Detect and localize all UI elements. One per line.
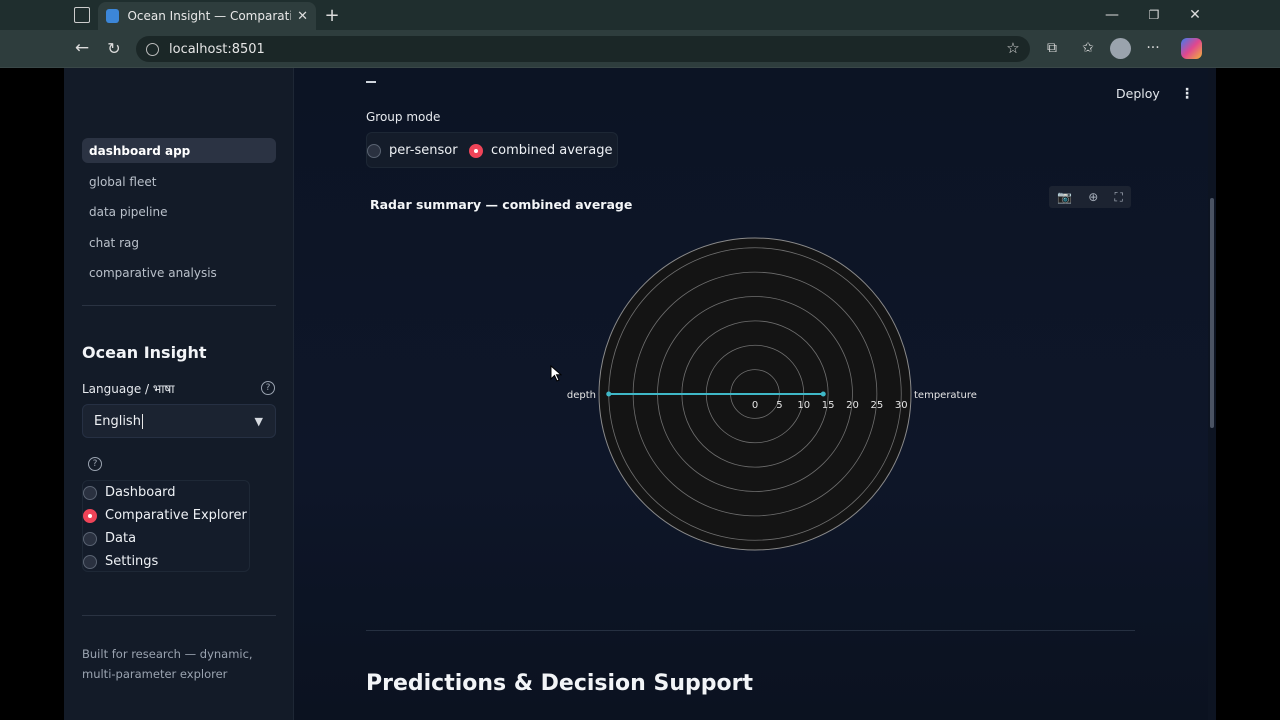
reload-icon[interactable]: ↻ [104, 38, 124, 58]
back-icon[interactable]: ← [72, 38, 92, 58]
star-icon[interactable]: ☆ [1003, 38, 1023, 58]
radial-tick-label: 5 [776, 400, 782, 411]
close-icon[interactable]: ✕ [297, 9, 308, 24]
axis-label-temperature: temperature [914, 390, 977, 401]
sidebar-toggle-icon[interactable] [74, 7, 90, 23]
url-text: localhost:8501 [169, 41, 265, 57]
streamlit-app: dashboard app global fleet data pipeline… [64, 68, 1216, 720]
plus-icon[interactable]: + [322, 5, 342, 26]
radial-tick-label: 0 [752, 400, 758, 411]
radial-tick-label: 20 [846, 400, 859, 411]
section-divider [366, 630, 1135, 631]
letterbox-left [0, 68, 64, 720]
radial-tick-label: 10 [797, 400, 810, 411]
profile-icon[interactable] [1110, 38, 1131, 59]
browser-tab[interactable]: Ocean Insight — Comparative Explorer ✕ [98, 2, 316, 30]
radial-tick-label: 30 [895, 400, 908, 411]
window-close-icon[interactable]: ✕ [1185, 5, 1205, 25]
tab-title: Ocean Insight — Comparative Explorer [127, 9, 291, 23]
restore-icon[interactable]: ❐ [1144, 5, 1164, 25]
radial-tick-label: 25 [871, 400, 884, 411]
more-icon[interactable]: ··· [1143, 38, 1163, 58]
radial-tick-label: 15 [822, 400, 835, 411]
radar-point [820, 391, 826, 397]
axis-label-depth: depth [567, 390, 596, 401]
mouse-cursor-icon [550, 365, 562, 382]
extensions-icon[interactable]: ⧉ [1042, 38, 1062, 58]
info-icon[interactable] [146, 42, 159, 56]
radar-point [606, 391, 612, 397]
minimize-icon[interactable]: — [1102, 5, 1122, 25]
letterbox-right [1216, 68, 1280, 720]
section-title: Predictions & Decision Support [366, 671, 753, 696]
address-bar[interactable]: localhost:8501 [136, 36, 1030, 62]
radar-chart: 0 5 10 15 20 25 30 temperature depth [567, 237, 977, 551]
favorites-icon[interactable]: ✩ [1078, 38, 1098, 58]
tab-favicon [106, 9, 120, 23]
copilot-icon[interactable] [1181, 38, 1202, 59]
scrollbar-thumb[interactable] [1210, 198, 1214, 428]
